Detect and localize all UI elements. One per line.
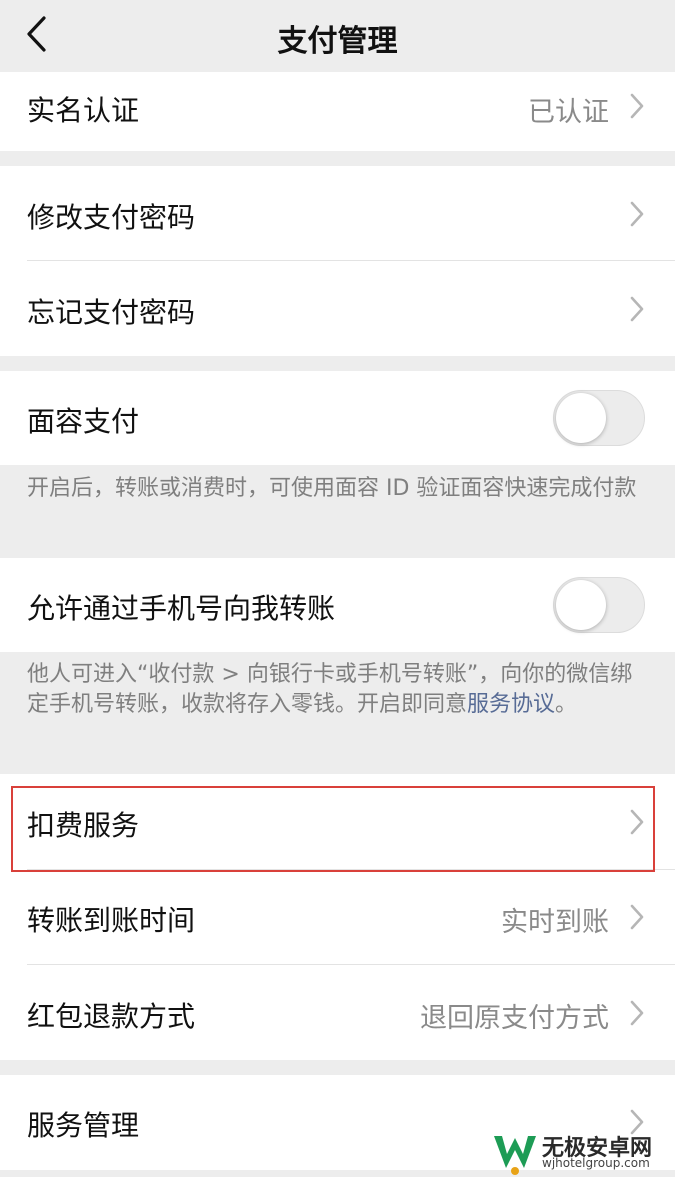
- group-identity: 实名认证 已认证: [0, 72, 675, 151]
- page-title: 支付管理: [277, 24, 398, 59]
- chevron-right-icon: [630, 201, 644, 227]
- refund-method-value: 退回原支付方式: [420, 1003, 609, 1034]
- row-refund-method[interactable]: 红包退款方式 退回原支付方式: [0, 965, 675, 1060]
- refund-method-label: 红包退款方式: [27, 1000, 196, 1033]
- phone-transfer-label: 允许通过手机号向我转账: [27, 592, 336, 625]
- group-password: 修改支付密码 忘记支付密码: [0, 166, 675, 356]
- chevron-right-icon: [630, 296, 644, 322]
- realname-status: 已认证: [528, 97, 609, 128]
- group-phone-transfer: 允许通过手机号向我转账: [0, 558, 675, 652]
- row-phone-transfer: 允许通过手机号向我转账: [0, 558, 675, 652]
- highlight-box: [11, 786, 655, 872]
- change-password-label: 修改支付密码: [27, 201, 196, 234]
- nav-bar: 支付管理: [0, 0, 675, 72]
- logo-icon: [494, 1136, 536, 1175]
- face-pay-label: 面容支付: [27, 405, 140, 438]
- face-pay-note: 开启后，转账或消费时，可使用面容 ID 验证面容快速完成付款: [27, 476, 637, 501]
- phone-transfer-toggle[interactable]: [553, 577, 645, 633]
- row-face-pay: 面容支付: [0, 371, 675, 465]
- group-face-pay: 面容支付: [0, 371, 675, 465]
- service-management-label: 服务管理: [27, 1109, 140, 1142]
- chevron-right-icon: [630, 93, 644, 119]
- watermark-logo: 无极安卓网 wjhotelgroup.com: [490, 1128, 675, 1177]
- toggle-knob: [556, 393, 606, 443]
- watermark-url: wjhotelgroup.com: [542, 1156, 650, 1170]
- note-period: 。: [555, 692, 578, 717]
- forgot-password-label: 忘记支付密码: [27, 296, 196, 329]
- row-forgot-password[interactable]: 忘记支付密码: [0, 261, 675, 356]
- row-arrival-time[interactable]: 转账到账时间 实时到账: [0, 870, 675, 964]
- toggle-knob: [556, 580, 606, 630]
- arrival-time-value: 实时到账: [501, 907, 609, 938]
- realname-label: 实名认证: [27, 94, 140, 127]
- phone-transfer-note: 他人可进入“收付款 > 向银行卡或手机号转账”，向你的微信绑定手机号转账，收款将…: [27, 660, 652, 720]
- service-agreement-link[interactable]: 服务协议: [467, 692, 555, 717]
- chevron-right-icon: [630, 1000, 644, 1026]
- row-change-password[interactable]: 修改支付密码: [0, 166, 675, 260]
- face-pay-toggle[interactable]: [553, 390, 645, 446]
- arrival-time-label: 转账到账时间: [27, 904, 196, 937]
- chevron-right-icon: [630, 904, 644, 930]
- row-realname[interactable]: 实名认证 已认证: [0, 72, 675, 151]
